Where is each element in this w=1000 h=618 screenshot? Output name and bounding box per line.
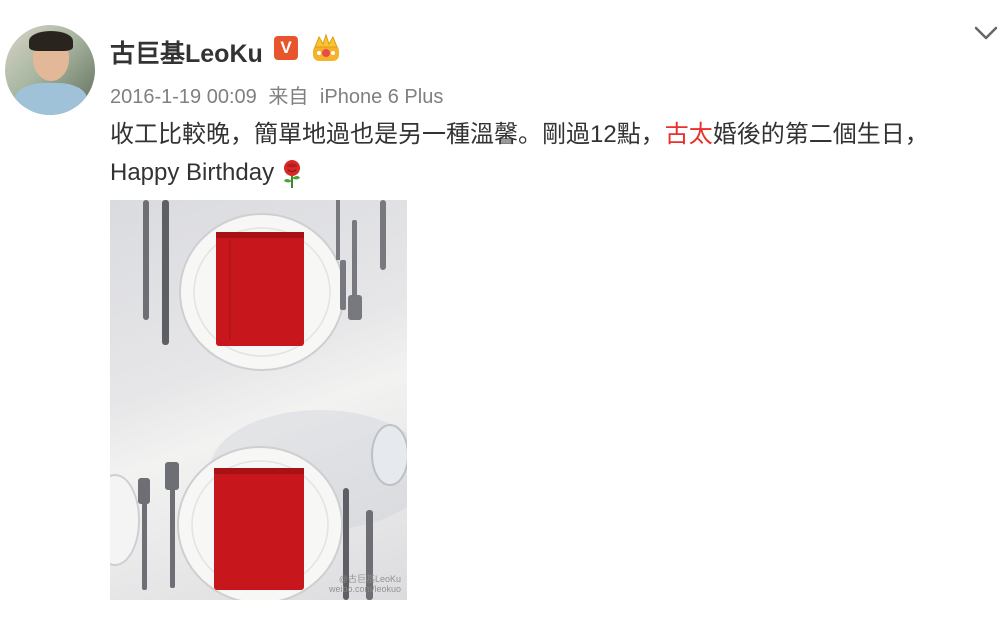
post-text-part2: 婚後的第二個生日，	[712, 121, 929, 148]
post-mention-link[interactable]: 古太	[665, 121, 713, 148]
rose-icon	[284, 159, 301, 188]
avatar-hair	[29, 31, 73, 51]
post-meta: 2016-1-19 00:09 来自 iPhone 6 Plus	[110, 80, 443, 109]
avatar-shirt	[15, 83, 87, 115]
post-source[interactable]: iPhone 6 Plus	[320, 86, 443, 108]
post-text-part1: 收工比較晚，簡單地過也是另一種溫馨。剛過12點，	[110, 121, 665, 148]
post-text-line2: Happy Birthday	[110, 154, 990, 192]
post-text: 收工比較晚，簡單地過也是另一種溫馨。剛過12點，古太婚後的第二個生日， Happ…	[110, 116, 990, 192]
table-setting-image	[110, 200, 407, 600]
avatar[interactable]	[5, 25, 95, 115]
post-text-line1: 收工比較晚，簡單地過也是另一種溫馨。剛過12點，古太婚後的第二個生日，	[110, 116, 990, 154]
post-photo[interactable]: @古巨基LeoKu weibo.com/leokuo	[110, 200, 407, 600]
watermark-line2: weibo.com/leokuo	[328, 584, 401, 594]
verified-icon[interactable]: V	[274, 36, 298, 60]
username[interactable]: 古巨基LeoKu	[110, 34, 263, 70]
post-text-line2-text: Happy Birthday	[110, 159, 275, 186]
post-timestamp[interactable]: 2016-1-19 00:09	[110, 86, 257, 108]
watermark-line1: @古巨基LeoKu	[338, 574, 401, 584]
chevron-down-icon[interactable]	[972, 22, 1000, 44]
photo-watermark: @古巨基LeoKu weibo.com/leokuo	[329, 574, 401, 594]
post-source-prefix: 来自	[268, 86, 309, 108]
crown-icon[interactable]	[310, 33, 342, 63]
